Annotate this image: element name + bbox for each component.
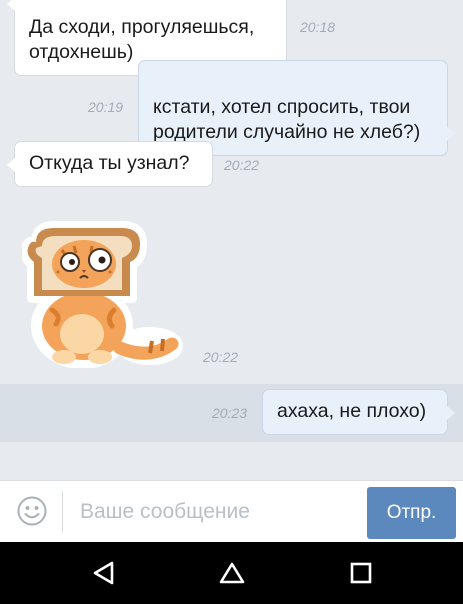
message-composer: Отпр. [0,480,463,542]
message-time: 20:22 [203,349,239,365]
message-time: 20:23 [212,405,248,421]
message-bubble-incoming[interactable]: Откуда ты узнал? [7,141,213,187]
message-time: 20:18 [300,19,336,35]
cat-in-bread-slice-sticker[interactable] [20,220,184,369]
message-text: ахаха, не плохо) [277,400,427,422]
message-text: Да сходи, прогуляешься, отдохнешь) [29,16,255,63]
system-navigation-bar [0,542,463,604]
message-time: 20:22 [224,157,260,173]
message-time: 20:19 [88,99,124,115]
message-text: Откуда ты узнал? [29,152,190,174]
message-text: кстати, хотел спросить, твои родители сл… [153,96,421,143]
message-input[interactable] [80,495,350,529]
message-bubble-outgoing[interactable]: ахаха, не плохо) [262,389,455,435]
back-triangle-icon[interactable] [90,558,120,588]
message-list[interactable]: Да сходи, прогуляешься, отдохнешь) 20:18… [0,0,463,480]
home-icon[interactable] [217,558,247,588]
recents-square-icon[interactable] [346,558,376,588]
composer-divider [62,491,63,533]
smiley-icon[interactable] [16,495,48,527]
send-button[interactable]: Отпр. [367,487,456,539]
cat-sticker-image [20,221,183,369]
